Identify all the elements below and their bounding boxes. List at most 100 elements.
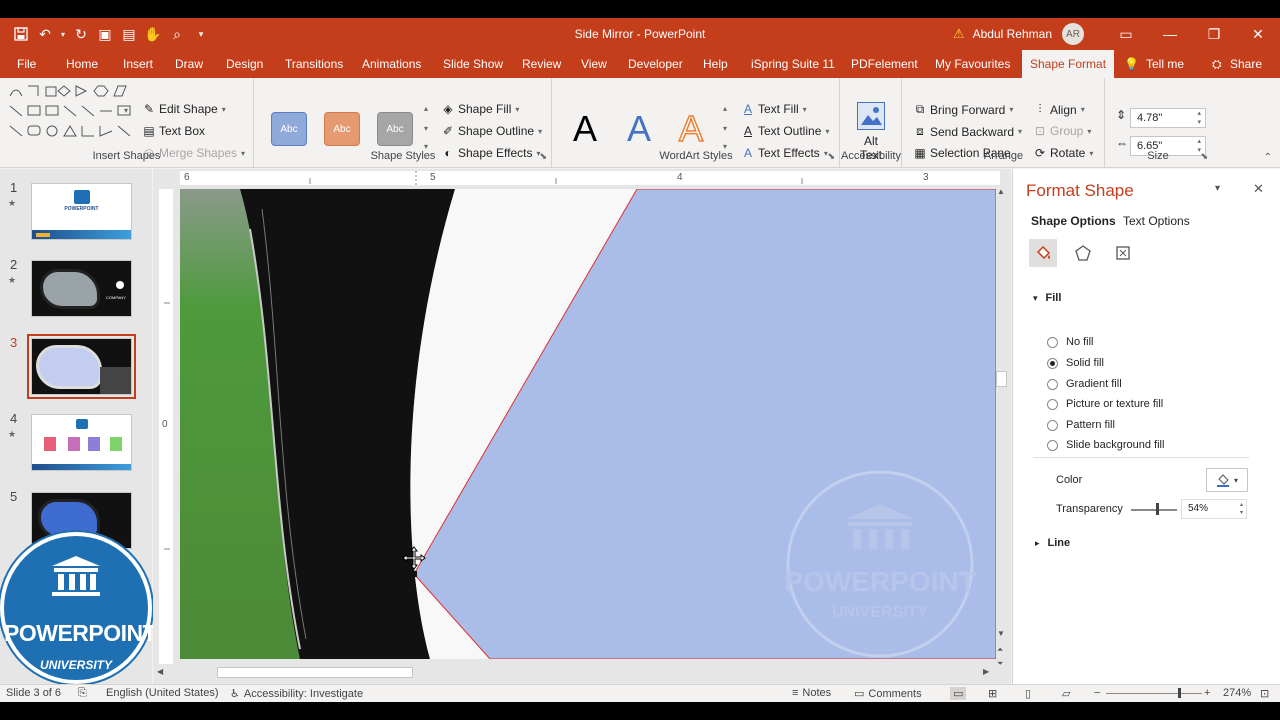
shape-style-blue[interactable]: Abc [271, 112, 307, 146]
bring-forward-button[interactable]: ⧉ Bring Forward ▾ [913, 102, 1014, 117]
collapse-ribbon-icon[interactable]: ⌃ [1264, 152, 1272, 163]
horizontal-scrollbar[interactable]: ◀ ▶ [157, 666, 995, 680]
avatar[interactable]: AR [1062, 23, 1084, 45]
slide-canvas[interactable]: POWERPOINT UNIVERSITY [180, 189, 996, 659]
shape-styles-down[interactable]: ▾ [424, 124, 428, 133]
shape-styles-up[interactable]: ▴ [424, 104, 428, 113]
tab-review[interactable]: Review [522, 50, 561, 78]
slide-thumbnail-2[interactable]: COMPANY [31, 260, 132, 317]
shape-height-input[interactable]: 4.78" ▴ ▾ [1130, 108, 1206, 128]
redo-icon[interactable]: ↻ [70, 23, 92, 45]
undo-icon[interactable]: ↶ [34, 23, 56, 45]
tab-share[interactable]: Share [1230, 50, 1262, 78]
text-outline-button[interactable]: A Text Outline ▾ [741, 124, 829, 138]
share-icon[interactable]: ⛭ [1212, 50, 1222, 78]
tab-shape-options[interactable]: Shape Options [1031, 214, 1116, 228]
wordart-up[interactable]: ▴ [723, 104, 727, 113]
undo-dropdown-icon[interactable]: ▾ [58, 23, 68, 45]
line-section-toggle[interactable]: ▸ Line [1035, 537, 1070, 549]
align-button[interactable]: ⫶ Align ▾ [1033, 102, 1084, 117]
fill-section-toggle[interactable]: ▾ Fill [1033, 292, 1061, 304]
no-fill-option[interactable]: No fill [1047, 336, 1094, 348]
gradient-fill-option[interactable]: Gradient fill [1047, 378, 1122, 390]
scroll-right-icon[interactable]: ▶ [983, 667, 989, 676]
transparency-input[interactable]: 54% ▴ ▾ [1181, 499, 1247, 519]
shapes-gallery-more[interactable]: ▾ [124, 106, 128, 115]
tab-ispring-suite[interactable]: iSpring Suite 11 [751, 50, 835, 78]
pane-options-icon[interactable]: ▾ [1215, 183, 1220, 194]
zoom-in-icon[interactable]: + [1204, 687, 1210, 699]
size-properties-icon[interactable] [1109, 239, 1137, 267]
ribbon-display-icon[interactable]: ▭ [1104, 18, 1148, 50]
shape-fill-button[interactable]: ◈ Shape Fill ▾ [441, 102, 519, 116]
pane-close-icon[interactable]: ✕ [1253, 181, 1264, 197]
shapes-gallery[interactable] [8, 84, 136, 140]
wordart-launcher-icon[interactable]: ⬊ [827, 151, 835, 162]
group-button[interactable]: ⊡ Group ▾ [1033, 124, 1091, 138]
tab-tell-me[interactable]: Tell me [1146, 50, 1184, 78]
tab-my-favourites[interactable]: My Favourites [935, 50, 1010, 78]
tab-pdfelement[interactable]: PDFelement [851, 50, 918, 78]
tab-text-options[interactable]: Text Options [1123, 214, 1190, 228]
customize-toolbar-icon[interactable]: ▾ [190, 23, 212, 45]
scroll-left-icon[interactable]: ◀ [157, 667, 163, 676]
pattern-fill-option[interactable]: Pattern fill [1047, 419, 1115, 431]
language-indicator[interactable]: English (United States) [106, 687, 219, 699]
tab-developer[interactable]: Developer [628, 50, 683, 78]
slide-thumbnail-3[interactable] [27, 334, 136, 399]
spell-check-icon[interactable]: ⎘ [78, 687, 87, 700]
fit-slide-icon[interactable]: ⊡ [1260, 687, 1269, 700]
tab-insert[interactable]: Insert [123, 50, 153, 78]
vertical-scrollbar[interactable]: ▲ ▼ ⏶ ⏷ [995, 187, 1009, 668]
tab-view[interactable]: View [581, 50, 607, 78]
scroll-up-icon[interactable]: ▲ [997, 187, 1005, 196]
minimize-icon[interactable]: — [1148, 18, 1192, 50]
reading-view-icon[interactable]: ▯ [1025, 687, 1031, 700]
alt-text-icon[interactable] [857, 102, 885, 130]
print-preview-icon[interactable]: ⌕ [166, 23, 188, 45]
tab-draw[interactable]: Draw [175, 50, 203, 78]
effects-icon[interactable] [1069, 239, 1097, 267]
restore-icon[interactable]: ❐ [1192, 18, 1236, 50]
tab-home[interactable]: Home [66, 50, 98, 78]
slide-thumbnail-4[interactable] [31, 414, 132, 471]
slide-sorter-icon[interactable]: ⊞ [988, 687, 997, 700]
text-fill-button[interactable]: A Text Fill ▾ [741, 102, 807, 116]
wordart-down[interactable]: ▾ [723, 124, 727, 133]
tab-file[interactable]: File [17, 50, 36, 78]
shape-style-gray[interactable]: Abc [377, 112, 413, 146]
transparency-slider-thumb[interactable] [1155, 503, 1159, 515]
user-name[interactable]: Abdul Rehman [973, 27, 1052, 41]
shape-edit-point[interactable] [411, 571, 417, 577]
comments-button[interactable]: ▭ Comments [854, 687, 922, 701]
horizontal-scroll-thumb[interactable] [217, 667, 413, 678]
warning-icon[interactable]: ⚠ [953, 26, 965, 42]
scroll-down-icon[interactable]: ▼ [997, 629, 1005, 638]
save-icon[interactable] [10, 23, 32, 45]
fill-line-icon[interactable] [1029, 239, 1057, 267]
tell-me-icon[interactable]: 💡 [1124, 50, 1139, 78]
vertical-scroll-thumb[interactable] [996, 371, 1007, 387]
solid-fill-option[interactable]: Solid fill [1047, 357, 1104, 369]
slide-indicator[interactable]: Slide 3 of 6 [6, 687, 61, 699]
picture-texture-fill-option[interactable]: Picture or texture fill [1047, 398, 1163, 410]
touch-mode-icon[interactable]: ✋ [142, 23, 164, 45]
tab-animations[interactable]: Animations [362, 50, 421, 78]
previous-slide-icon[interactable]: ⏶ [997, 645, 1003, 655]
normal-view-icon[interactable]: ▭ [950, 687, 967, 700]
text-box-button[interactable]: ▤ Text Box [142, 124, 205, 138]
wordart-black[interactable]: A [573, 108, 597, 150]
presentation-icon[interactable]: ▤ [118, 23, 140, 45]
zoom-out-icon[interactable]: − [1094, 687, 1100, 699]
slide-thumbnail-1[interactable]: POWERPOINT [31, 183, 132, 240]
wordart-orange-outline[interactable]: A [678, 107, 704, 150]
close-icon[interactable]: ✕ [1236, 18, 1280, 50]
zoom-level[interactable]: 274% [1223, 687, 1251, 699]
tab-design[interactable]: Design [226, 50, 263, 78]
accessibility-status[interactable]: ♿ Accessibility: Investigate [230, 687, 363, 701]
shape-style-orange[interactable]: Abc [324, 112, 360, 146]
color-picker-button[interactable]: ▾ [1206, 468, 1248, 492]
edit-shape-button[interactable]: ✎ Edit Shape ▾ [142, 102, 226, 116]
zoom-slider[interactable] [1106, 693, 1202, 694]
send-backward-button[interactable]: ⧈ Send Backward ▾ [913, 124, 1022, 139]
